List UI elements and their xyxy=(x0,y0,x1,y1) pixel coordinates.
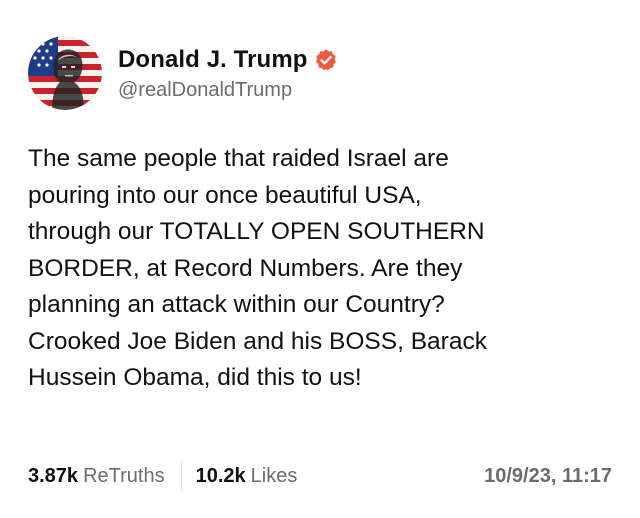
retruths-label: ReTruths xyxy=(83,464,165,487)
retruths-stat[interactable]: 3.87k ReTruths xyxy=(28,465,165,488)
author-handle[interactable]: @realDonaldTrump xyxy=(118,79,338,102)
name-row: Donald J. Trump xyxy=(118,45,338,75)
retruths-count: 3.87k xyxy=(28,464,79,487)
author-display-name[interactable]: Donald J. Trump xyxy=(118,46,308,74)
truth-post: Donald J. Trump @realDonaldTrump The sam… xyxy=(0,0,640,518)
author-identity: Donald J. Trump @realDonaldTrump xyxy=(118,45,338,102)
post-timestamp[interactable]: 10/9/23, 11:17 xyxy=(484,465,612,488)
likes-label: Likes xyxy=(250,464,298,487)
post-header: Donald J. Trump @realDonaldTrump xyxy=(28,36,338,110)
post-footer: 3.87k ReTruths 10.2k Likes 10/9/23, 11:1… xyxy=(28,458,612,494)
stats-divider xyxy=(180,460,182,492)
avatar[interactable] xyxy=(28,36,102,110)
likes-stat[interactable]: 10.2k Likes xyxy=(196,465,298,488)
verified-badge-icon xyxy=(314,48,338,72)
post-text: The same people that raided Israel are p… xyxy=(28,145,487,391)
likes-count: 10.2k xyxy=(195,464,246,487)
flag-portrait-icon xyxy=(28,36,102,110)
